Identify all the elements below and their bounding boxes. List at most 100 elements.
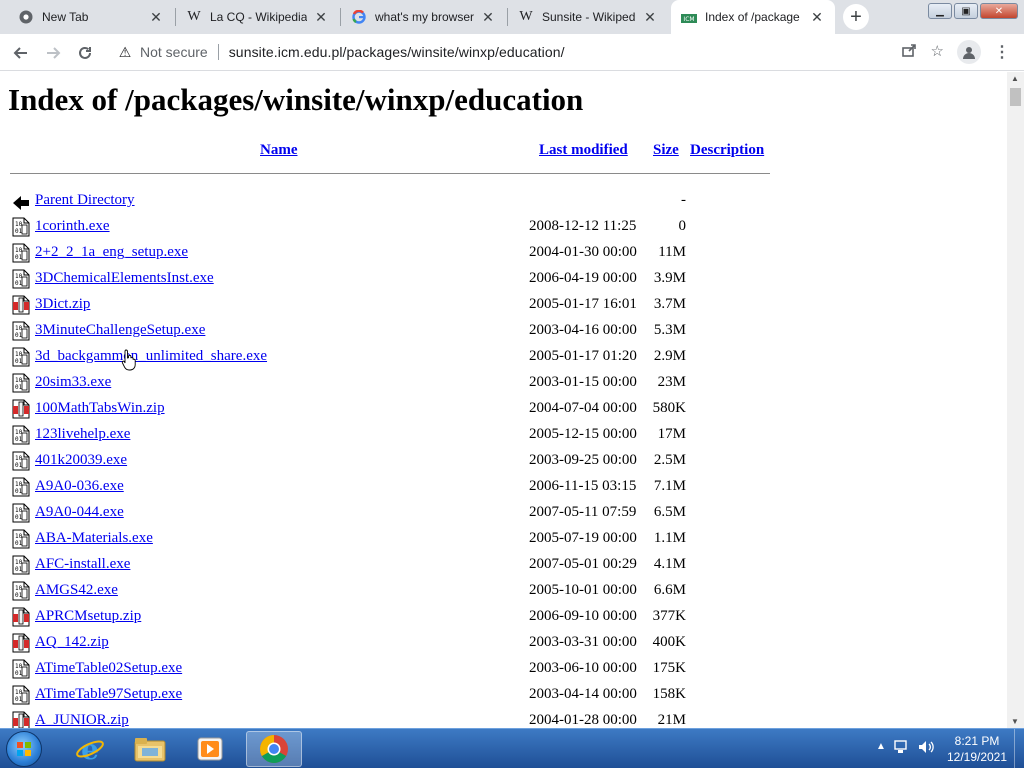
tab-sunsite-wikipedia[interactable]: W Sunsite - Wikipedia ✕ — [508, 0, 668, 34]
file-link[interactable]: 123livehelp.exe — [35, 426, 130, 443]
file-row: 100MathTabsWin.zip 2004-07-04 00:00 580K — [10, 398, 770, 420]
close-icon[interactable]: ✕ — [148, 9, 164, 25]
tab-title: Index of /package — [705, 10, 800, 24]
tab-index-of-packages[interactable]: ICM Index of /package ✕ — [671, 0, 835, 34]
scroll-down-icon[interactable]: ▼ — [1011, 717, 1019, 726]
taskbar-app-media-player[interactable] — [182, 731, 238, 767]
minimize-icon[interactable]: ▁ — [928, 3, 952, 19]
url-text[interactable]: sunsite.icm.edu.pl/packages/winsite/winx… — [229, 44, 565, 60]
warning-icon[interactable]: ⚠ — [116, 44, 134, 61]
file-row: 10 01 3MinuteChallengeSetup.exe 2003-04-16 … — [10, 320, 770, 342]
windows-logo-icon — [7, 732, 41, 766]
file-link[interactable]: A_JUNIOR.zip — [35, 712, 129, 728]
svg-text:10: 10 — [15, 429, 23, 436]
column-header-name[interactable]: Name — [260, 142, 298, 159]
close-icon[interactable]: ✕ — [809, 9, 825, 25]
file-link[interactable]: ATimeTable02Setup.exe — [35, 660, 182, 677]
binary-file-icon: 1001 — [12, 659, 30, 679]
binary-file-icon: 1001 — [12, 217, 30, 237]
archive-file-icon — [12, 399, 30, 419]
vertical-scrollbar[interactable]: ▲ ▼ — [1007, 72, 1024, 728]
file-link[interactable]: A9A0-044.exe — [35, 504, 124, 521]
tab-title: New Tab — [42, 10, 89, 24]
profile-icon[interactable] — [957, 40, 981, 64]
close-icon[interactable]: ✕ — [313, 9, 329, 25]
star-icon[interactable]: ☆ — [931, 42, 944, 62]
tab-new-tab[interactable]: New Tab ✕ — [8, 0, 174, 34]
file-size: 377K — [652, 608, 686, 624]
file-date: 2006-11-15 03:15 — [529, 478, 637, 494]
binary-file-icon: 1001 — [12, 529, 30, 549]
scroll-up-icon[interactable]: ▲ — [1011, 74, 1019, 83]
file-link[interactable]: ABA-Materials.exe — [35, 530, 153, 547]
file-link[interactable]: ATimeTable97Setup.exe — [35, 686, 182, 703]
file-link[interactable]: A9A0-036.exe — [35, 478, 124, 495]
file-size: 1.1M — [653, 530, 686, 546]
file-date: 2003-06-10 00:00 — [529, 660, 637, 676]
column-header-description[interactable]: Description — [690, 142, 764, 159]
file-date: 2004-07-04 00:00 — [529, 400, 637, 416]
close-icon[interactable]: ✕ — [642, 9, 658, 25]
column-header-last-modified[interactable]: Last modified — [539, 142, 628, 159]
file-link[interactable]: 100MathTabsWin.zip — [35, 400, 165, 417]
file-link[interactable]: 3Dict.zip — [35, 296, 90, 313]
taskbar-app-chrome[interactable] — [246, 731, 302, 767]
file-link[interactable]: 3d_backgammon_unlimited_share.exe — [35, 348, 267, 365]
maximize-icon[interactable]: ▣ — [954, 3, 978, 19]
show-desktop-button[interactable] — [1014, 729, 1024, 768]
page-title: Index of /packages/winsite/winxp/educati… — [8, 82, 584, 117]
file-link[interactable]: 1corinth.exe — [35, 218, 110, 235]
system-tray: ▲ 8:21 PM 12/19/2021 — [864, 729, 1024, 768]
file-link[interactable]: 3DChemicalElementsInst.exe — [35, 270, 214, 287]
file-link[interactable]: AQ_142.zip — [35, 634, 109, 651]
file-link[interactable]: AMGS42.exe — [35, 582, 118, 599]
file-link[interactable]: 2+2_2_1a_eng_setup.exe — [35, 244, 188, 261]
reload-icon — [79, 46, 91, 59]
back-button[interactable] — [8, 40, 34, 66]
tab-whats-my-browser[interactable]: what's my browser ✕ — [341, 0, 506, 34]
address-bar[interactable]: ⚠ Not secure sunsite.icm.edu.pl/packages… — [108, 38, 952, 66]
arrow-left-icon — [13, 47, 27, 59]
svg-text:01: 01 — [15, 280, 23, 287]
file-date: 2004-01-28 00:00 — [529, 712, 637, 728]
forward-button[interactable] — [40, 40, 66, 66]
network-icon[interactable] — [894, 740, 910, 757]
file-size: 11M — [658, 244, 686, 260]
binary-file-icon: 1001 — [12, 373, 30, 393]
tab-la-cq-wikipedia[interactable]: W La CQ - Wikipedia ✕ — [176, 0, 339, 34]
binary-file-icon: 1001 — [12, 425, 30, 445]
taskbar-app-file-explorer[interactable] — [122, 731, 178, 767]
omnibox-divider — [217, 44, 219, 60]
close-window-icon[interactable]: ✕ — [980, 3, 1018, 19]
scroll-thumb[interactable] — [1010, 88, 1021, 106]
new-tab-button[interactable]: + — [843, 4, 869, 30]
clock[interactable]: 8:21 PM 12/19/2021 — [942, 733, 1012, 765]
file-row: APRCMsetup.zip 2006-09-10 00:00 377K — [10, 606, 770, 628]
file-date: 2004-01-30 00:00 — [529, 244, 637, 260]
reload-button[interactable] — [72, 40, 98, 66]
volume-icon[interactable] — [918, 740, 934, 757]
file-size: 23M — [657, 374, 686, 390]
file-row: 10 01 AMGS42.exe 2005-10-01 00:00 6.6M — [10, 580, 770, 602]
menu-dots-icon[interactable]: ⋮ — [994, 40, 1010, 64]
file-link[interactable]: APRCMsetup.zip — [35, 608, 141, 625]
archive-file-icon — [12, 711, 30, 728]
taskbar-app-internet-explorer[interactable]: e — [62, 731, 118, 767]
file-link[interactable]: 3MinuteChallengeSetup.exe — [35, 322, 205, 339]
file-link[interactable]: 20sim33.exe — [35, 374, 111, 391]
tray-expand-icon[interactable]: ▲ — [876, 741, 886, 752]
column-header-size[interactable]: Size — [653, 142, 679, 159]
share-icon[interactable] — [901, 42, 917, 62]
svg-text:10: 10 — [15, 351, 23, 358]
file-date: 2003-04-16 00:00 — [529, 322, 637, 338]
file-link[interactable]: AFC-install.exe — [35, 556, 130, 573]
security-label[interactable]: Not secure — [140, 44, 208, 60]
file-size: 175K — [652, 660, 686, 676]
close-icon[interactable]: ✕ — [480, 9, 496, 25]
file-size: 6.6M — [653, 582, 686, 598]
start-button[interactable] — [6, 731, 42, 767]
file-link[interactable]: 401k20039.exe — [35, 452, 127, 469]
file-link[interactable]: Parent Directory — [35, 192, 135, 209]
file-row: 10 01 123livehelp.exe 2005-12-15 00:00 17M — [10, 424, 770, 446]
binary-file-icon: 1001 — [12, 685, 30, 705]
